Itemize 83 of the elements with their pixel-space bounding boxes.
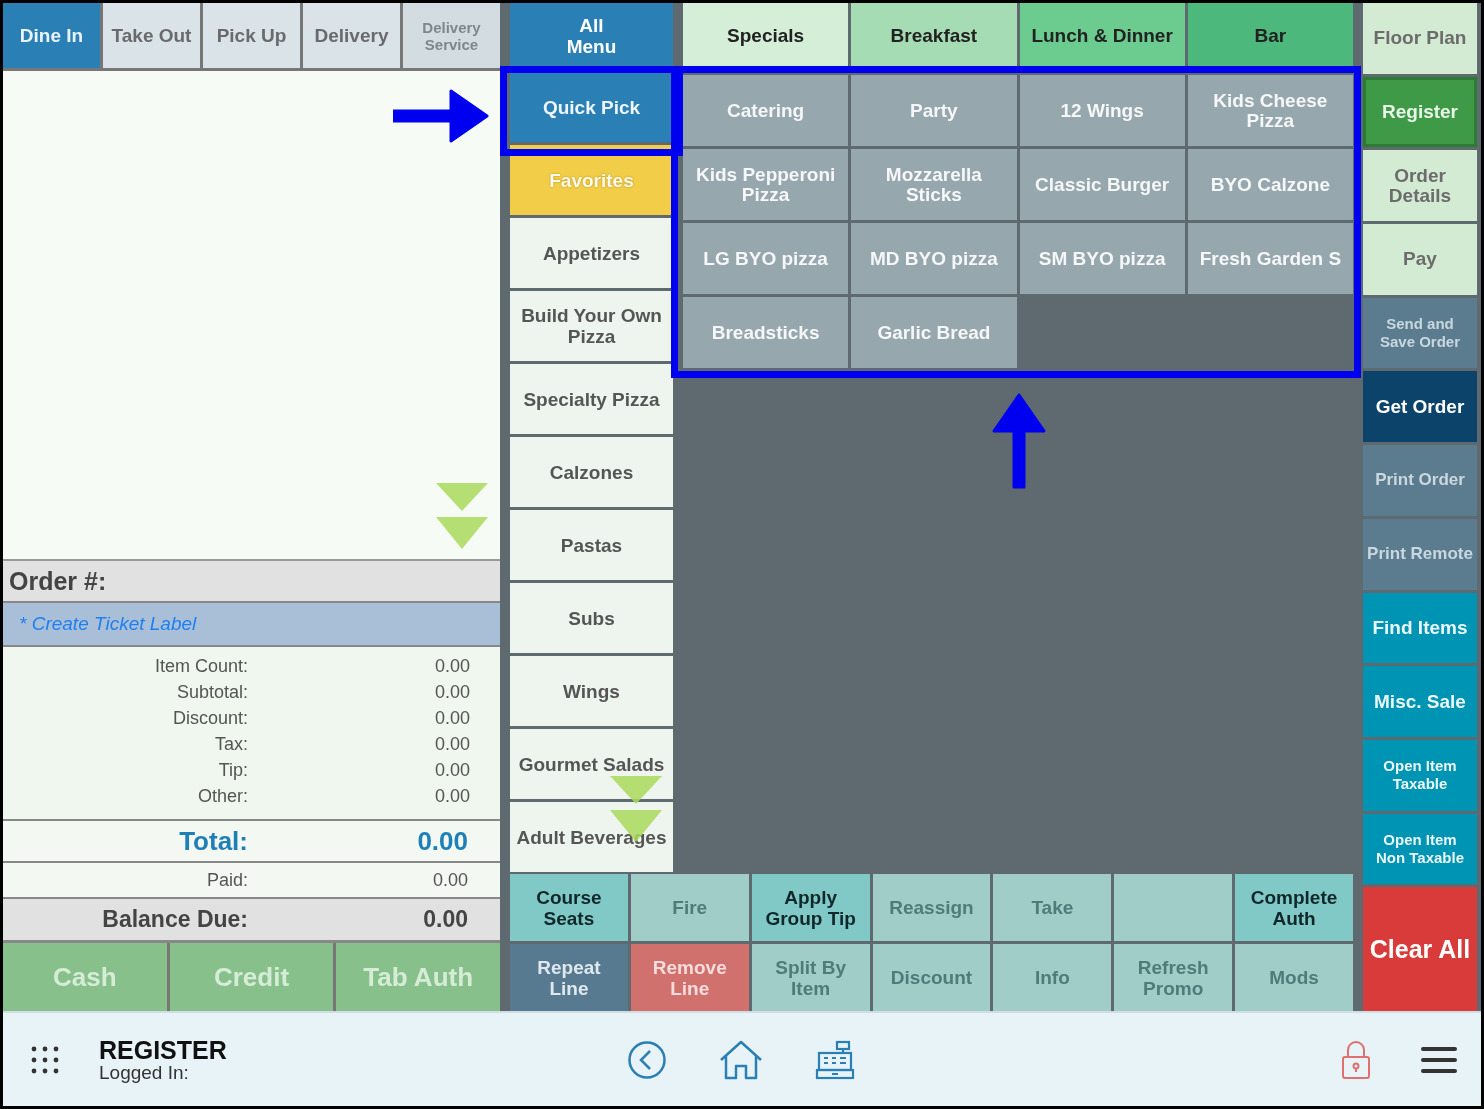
scroll-down-icon xyxy=(436,483,488,549)
paid-value: 0.00 xyxy=(431,869,469,891)
summary-value: 0.00 xyxy=(433,707,471,730)
category-button[interactable]: Calzones xyxy=(510,437,673,507)
summary-label: Tax: xyxy=(214,733,248,756)
order-type-tab[interactable]: Dine In xyxy=(3,3,100,68)
payment-button[interactable]: Tab Auth xyxy=(336,943,500,1011)
payment-button[interactable]: Credit xyxy=(169,943,334,1011)
category-button[interactable]: Quick Pick xyxy=(510,72,673,142)
menu-item-button[interactable]: Kids Pepperoni Pizza xyxy=(683,149,849,220)
menu-tab[interactable]: Specials xyxy=(683,3,849,69)
summary-value: 0.00 xyxy=(433,733,471,756)
summary-label: Subtotal: xyxy=(175,681,248,704)
side-button[interactable]: Send and Save Order xyxy=(1363,297,1477,369)
summary-label: Other: xyxy=(196,785,248,808)
menu-item-button[interactable]: Mozzarella Sticks xyxy=(851,149,1017,220)
category-button[interactable]: Specialty Pizza xyxy=(510,364,673,434)
side-button[interactable]: Clear All xyxy=(1363,887,1477,1011)
order-type-tab[interactable]: Pick Up xyxy=(203,3,300,68)
side-button[interactable]: Register xyxy=(1363,76,1477,148)
summary-label: Item Count: xyxy=(153,655,248,678)
menu-item-button[interactable]: Fresh Garden S xyxy=(1187,223,1353,294)
all-menu-button[interactable]: All Menu xyxy=(510,3,673,69)
menu-item-button[interactable]: Kids Cheese Pizza xyxy=(1187,75,1353,146)
side-button[interactable]: Misc. Sale xyxy=(1363,666,1477,737)
category-button[interactable]: Wings xyxy=(510,656,673,726)
side-button[interactable]: Pay xyxy=(1363,224,1477,295)
side-button[interactable]: Floor Plan xyxy=(1363,3,1477,74)
summary-label: Discount: xyxy=(171,707,248,730)
side-button[interactable]: Get Order xyxy=(1363,371,1477,443)
apps-grid-icon[interactable] xyxy=(31,1045,59,1074)
menu-item-button[interactable]: Catering xyxy=(683,75,849,146)
summary-value: 0.00 xyxy=(433,681,471,704)
menu-item-button[interactable]: SM BYO pizza xyxy=(1019,223,1185,294)
side-button[interactable]: Open Item Non Taxable xyxy=(1363,813,1477,885)
total-label: Total: xyxy=(178,825,248,857)
menu-tab[interactable]: Bar xyxy=(1187,3,1353,69)
category-button[interactable]: Build Your Own Pizza xyxy=(510,291,673,361)
menu-tab[interactable]: Breakfast xyxy=(851,3,1017,69)
summary-value: 0.00 xyxy=(433,759,471,782)
cash-register-icon[interactable] xyxy=(814,1039,855,1080)
category-button[interactable]: Gourmet Salads xyxy=(510,729,673,799)
menu-tab[interactable]: Lunch & Dinner xyxy=(1019,3,1185,69)
summary-value: 0.00 xyxy=(433,655,471,678)
side-button[interactable]: Print Order xyxy=(1363,445,1477,516)
category-button[interactable]: Adult Beverages xyxy=(510,802,673,872)
order-type-tab[interactable]: Take Out xyxy=(103,3,200,68)
action-button[interactable]: Complete Auth xyxy=(1235,874,1353,941)
total-value: 0.00 xyxy=(416,825,469,857)
back-icon[interactable] xyxy=(626,1039,667,1080)
action-button[interactable]: Remove Line xyxy=(630,944,749,1011)
order-number-label: Order #: xyxy=(3,559,500,603)
side-button[interactable]: Order Details xyxy=(1363,150,1477,222)
lock-icon[interactable] xyxy=(1341,1039,1371,1080)
balance-due-label: Balance Due: xyxy=(101,906,248,933)
action-button[interactable]: Apply Group Tip xyxy=(751,874,870,941)
summary-value: 0.00 xyxy=(433,785,471,808)
home-icon[interactable] xyxy=(718,1039,763,1080)
side-button[interactable]: Open Item Taxable xyxy=(1363,739,1477,811)
logged-in-label: Logged In: xyxy=(99,1062,190,1083)
menu-item-button[interactable]: Garlic Bread xyxy=(851,297,1017,368)
menu-item-button[interactable]: Classic Burger xyxy=(1019,149,1185,220)
action-button[interactable]: Repeat Line xyxy=(510,944,628,1011)
paid-label: Paid: xyxy=(205,869,248,891)
register-title: REGISTER xyxy=(99,1036,227,1063)
balance-due-value: 0.00 xyxy=(422,906,469,933)
category-button[interactable]: Pastas xyxy=(510,510,673,580)
menu-item-button[interactable]: Party xyxy=(851,75,1017,146)
payment-button[interactable]: Cash xyxy=(3,943,167,1011)
menu-item-button[interactable]: Breadsticks xyxy=(683,297,849,368)
ticket-label-link[interactable]: * Create Ticket Label xyxy=(3,603,500,647)
side-button[interactable]: Find Items xyxy=(1363,592,1477,664)
action-button[interactable]: Course Seats xyxy=(510,874,628,941)
category-button[interactable]: Appetizers xyxy=(510,218,673,288)
side-button[interactable]: Print Remote xyxy=(1363,518,1477,590)
order-type-tab[interactable]: Delivery xyxy=(303,3,400,68)
category-button[interactable]: Subs xyxy=(510,583,673,653)
menu-item-button[interactable]: 12 Wings xyxy=(1019,75,1185,146)
menu-icon[interactable] xyxy=(1421,1045,1457,1074)
menu-item-button[interactable]: BYO Calzone xyxy=(1187,149,1353,220)
summary-label: Tip: xyxy=(217,759,248,782)
menu-item-button[interactable]: LG BYO pizza xyxy=(683,223,849,294)
menu-item-button[interactable]: MD BYO pizza xyxy=(851,223,1017,294)
